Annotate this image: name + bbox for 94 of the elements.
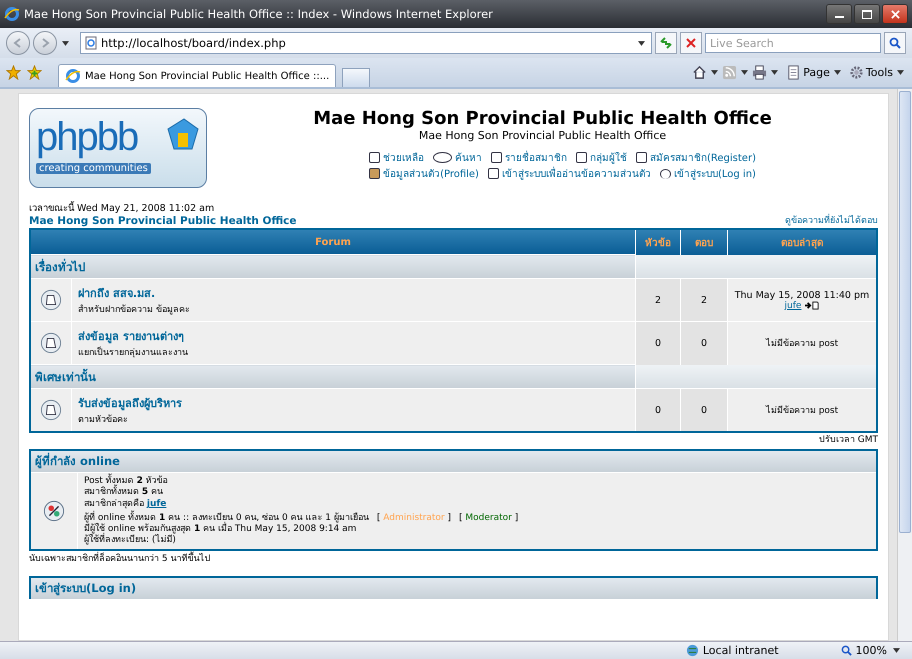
caret-icon[interactable] bbox=[741, 70, 748, 75]
security-zone-label: Local intranet bbox=[686, 644, 819, 657]
unanswered-posts-link[interactable]: ดูข้อความที่ยังไม่ได้ตอบ bbox=[785, 216, 878, 227]
posts-count: 0 bbox=[680, 388, 728, 432]
close-icon bbox=[890, 10, 900, 18]
globe-icon bbox=[686, 644, 699, 657]
vertical-scrollbar[interactable] bbox=[897, 89, 912, 641]
home-icon[interactable] bbox=[692, 65, 708, 80]
browser-tab[interactable]: Mae Hong Son Provincial Public Health Office ::... bbox=[58, 64, 336, 87]
printer-icon[interactable] bbox=[752, 65, 768, 80]
newest-member-label: สมาชิกล่าสุดคือ bbox=[84, 499, 144, 510]
search-button[interactable] bbox=[884, 32, 906, 54]
online-note: นับเฉพาะสมาชิกที่ล็อคอินนานกว่า 5 นาทีขึ้นไป bbox=[29, 554, 212, 564]
caret-icon[interactable] bbox=[638, 40, 645, 46]
user-link[interactable]: jufe bbox=[146, 499, 166, 510]
forum-description: สำหรับฝากข้อความ ข้อมูลคะ bbox=[78, 304, 191, 316]
nav-link[interactable]: รายชื่อสมาชิก bbox=[491, 150, 567, 165]
users-online-icon bbox=[43, 500, 65, 522]
timezone-note: ปรับเวลา GMT bbox=[818, 435, 878, 446]
users-online-text: ผู้ที่ online ทั้งหมด 1 คน :: ลงทะเบียน 0 คน, ซ่อน 0 คน และ 1 ผู้มาเยือน bbox=[84, 513, 369, 524]
topics-count: 2 bbox=[636, 278, 680, 322]
caret-icon[interactable] bbox=[711, 70, 718, 75]
no-posts-text: ไม่มีข้อความ post bbox=[728, 322, 877, 364]
back-button[interactable] bbox=[6, 31, 30, 55]
command-menu-button[interactable]: Page bbox=[786, 65, 843, 80]
caret-icon bbox=[893, 648, 900, 653]
nav-link[interactable]: เข้าสู่ระบบเพื่ออ่านข้อความส่วนตัว bbox=[488, 166, 651, 181]
forum-logo[interactable]: phpbb creating communities bbox=[29, 108, 207, 188]
section-header[interactable]: เข้าสู่ระบบ(Log in) bbox=[31, 578, 876, 600]
search-field[interactable]: Live Search bbox=[705, 33, 881, 53]
forum-folder-icon bbox=[40, 289, 62, 311]
topics-count: 0 bbox=[636, 322, 680, 364]
registered-users-text: ผู้ใช้ที่ลงทะเบียน: (ไม่มี) bbox=[84, 534, 176, 546]
page-icon bbox=[786, 65, 802, 80]
column-header: ตอบ bbox=[680, 229, 728, 254]
zoom-control[interactable]: 100% bbox=[840, 644, 902, 657]
refresh-icon bbox=[659, 36, 673, 50]
site-subtitle: Mae Hong Son Provincial Public Health Office bbox=[418, 129, 666, 142]
window-title: Mae Hong Son Provincial Public Health Office :: Index - Windows Internet Explorer bbox=[24, 7, 494, 21]
current-time: เวลาขณะนี้ Wed May 21, 2008 11:02 am bbox=[29, 200, 216, 215]
nav-link[interactable]: ข้อมูลส่วนตัว(Profile) bbox=[369, 166, 479, 181]
page-icon bbox=[85, 36, 97, 50]
posts-count: 0 bbox=[680, 322, 728, 364]
forward-button[interactable] bbox=[33, 31, 57, 55]
category-header[interactable]: พิเศษเท่านั้น bbox=[30, 364, 636, 388]
minimize-button[interactable] bbox=[826, 4, 852, 24]
statistics-text: Post ทั้งหมด 2 หัวข้อ bbox=[84, 476, 169, 486]
group-legend-link[interactable]: [ Moderator ] bbox=[459, 513, 518, 524]
caret-icon bbox=[834, 70, 841, 75]
gear-icon bbox=[848, 65, 864, 80]
add-favorite-icon[interactable] bbox=[27, 65, 42, 80]
browser-logo-icon bbox=[65, 68, 81, 84]
close-button[interactable] bbox=[882, 4, 908, 24]
user-link[interactable]: jufe bbox=[784, 300, 802, 310]
site-title: Mae Hong Son Provincial Public Health Office bbox=[313, 108, 772, 129]
refresh-button[interactable] bbox=[655, 32, 677, 54]
nav-link[interactable]: ช่วยเหลือ bbox=[369, 150, 424, 165]
restore-button[interactable] bbox=[854, 4, 880, 24]
arrow-page-icon[interactable] bbox=[805, 301, 820, 310]
forum-folder-icon bbox=[40, 399, 62, 421]
search-icon bbox=[889, 37, 901, 49]
nav-link[interactable]: กลุ่มผู้ใช้ bbox=[576, 150, 627, 165]
nav-link[interactable]: ค้นหา bbox=[433, 150, 482, 165]
caret-icon[interactable] bbox=[771, 70, 778, 75]
stop-button[interactable] bbox=[680, 32, 702, 54]
caret-icon bbox=[897, 70, 904, 75]
command-menu-button[interactable]: Tools bbox=[848, 65, 906, 80]
zoom-icon bbox=[840, 645, 852, 656]
caret-icon[interactable] bbox=[62, 40, 69, 46]
column-header: หัวข้อ bbox=[636, 229, 680, 254]
topics-count: 0 bbox=[636, 388, 680, 432]
category-header[interactable]: เรื่องทั่วไป bbox=[30, 254, 636, 278]
forum-description: แยกเป็นรายกลุ่มงานและงาน bbox=[78, 346, 189, 359]
column-header: Forum bbox=[30, 229, 636, 254]
forum-description: ตามหัวข้อคะ bbox=[78, 414, 129, 426]
nav-link[interactable]: เข้าสู่ระบบ(Log in) bbox=[660, 166, 756, 181]
forum-index-link[interactable]: Mae Hong Son Provincial Public Health Office bbox=[29, 215, 297, 227]
star-icon[interactable] bbox=[6, 65, 21, 80]
forum-title-link[interactable]: รับส่งข้อมูลถึงผู้บริหาร bbox=[78, 394, 634, 412]
record-online-text: มีผู้ใช้ online พร้อมกันสูงสุด 1 คน เมื่อ Thu May 15, 2008 9:14 am bbox=[84, 524, 356, 534]
posts-count: 2 bbox=[680, 278, 728, 322]
address-field[interactable]: http://localhost/board/index.php bbox=[80, 32, 652, 54]
forum-title-link[interactable]: ฝากถึง สสจ.มส. bbox=[78, 284, 634, 302]
forum-folder-icon bbox=[40, 332, 62, 354]
group-legend-link[interactable]: [ Administrator ] bbox=[376, 513, 451, 524]
last-post-date: Thu May 15, 2008 11:40 pm bbox=[734, 290, 870, 300]
forum-title-link[interactable]: ส่งข้อมูล รายงานต่างๆ bbox=[78, 327, 634, 345]
close-icon bbox=[685, 37, 697, 49]
column-header: ตอบล่าสุด bbox=[728, 229, 877, 254]
no-posts-text: ไม่มีข้อความ post bbox=[728, 388, 877, 432]
section-header[interactable]: ผู้ที่กำลัง online bbox=[31, 450, 876, 472]
statistics-text: สมาชิกทั้งหมด 5 คน bbox=[84, 486, 164, 498]
nav-link[interactable]: สมัครสมาชิก(Register) bbox=[636, 150, 756, 165]
browser-logo-icon bbox=[4, 6, 20, 22]
